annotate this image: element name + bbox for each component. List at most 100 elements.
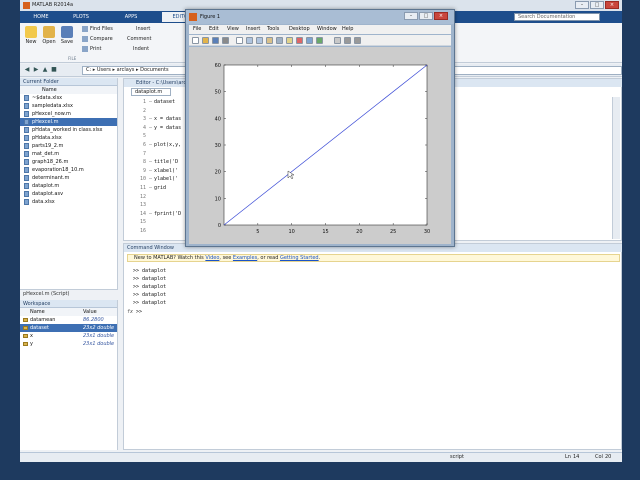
open-file-icon[interactable] (202, 37, 209, 44)
file-item[interactable]: pHexcel_now.m (20, 110, 117, 118)
up-folder-icon[interactable]: ▲ (42, 67, 48, 73)
find-files-button[interactable]: Find Files (82, 25, 113, 34)
status-column: 20 (605, 454, 612, 460)
workspace-column-name[interactable]: Name (30, 308, 45, 316)
compare-button[interactable]: Compare (82, 35, 113, 44)
open-button[interactable]: Open (42, 26, 56, 45)
editor-scrollbar[interactable] (612, 97, 620, 239)
file-item[interactable]: data.xlsx (20, 198, 117, 206)
tab-home[interactable]: HOME (24, 12, 58, 22)
variable-value: 23x2 double (83, 325, 115, 331)
pan-icon[interactable] (266, 37, 273, 44)
breakpoint-marker[interactable]: — (146, 116, 152, 122)
menu-window[interactable]: Window (317, 25, 337, 34)
workspace-variable-row[interactable]: dataset 23x2 double (20, 324, 117, 332)
line-number: 5 (142, 133, 146, 140)
pointer-icon[interactable] (236, 37, 243, 44)
figure-close-button[interactable]: × (434, 12, 448, 20)
file-icon (24, 183, 29, 189)
breakpoint-marker[interactable]: — (146, 99, 152, 105)
link-icon[interactable] (306, 37, 313, 44)
file-icon (24, 167, 29, 173)
workspace-variable-row[interactable]: datamean 86.2800 (20, 316, 117, 324)
breakpoint-marker[interactable]: — (146, 176, 152, 182)
figure-minimize-button[interactable]: – (404, 12, 418, 20)
data-cursor-icon[interactable] (286, 37, 293, 44)
plot-area[interactable]: 5 10 15 20 25 30 0 10 20 30 40 50 60 (189, 47, 451, 244)
line-number: 2 (142, 107, 146, 114)
figure-titlebar: Figure 1 – □ × (186, 10, 454, 24)
breakpoint-marker[interactable]: — (146, 185, 152, 191)
command-prompt[interactable]: >> (136, 309, 142, 315)
zoom-in-icon[interactable] (246, 37, 253, 44)
save-icon[interactable] (212, 37, 219, 44)
print-button[interactable]: Print (82, 45, 102, 54)
zoom-out-icon[interactable] (256, 37, 263, 44)
video-link[interactable]: Video (205, 255, 219, 261)
save-button[interactable]: Save (60, 26, 74, 45)
brush-icon[interactable] (296, 37, 303, 44)
variable-grid-icon (23, 318, 28, 322)
file-item[interactable]: pHexcel.m (20, 118, 117, 126)
file-item[interactable]: ~$data.xlsx (20, 94, 117, 102)
file-item[interactable]: mat_det.m (20, 150, 117, 158)
line-number: 16 (139, 228, 146, 234)
new-button[interactable]: New (24, 26, 38, 45)
figure-window: Figure 1 – □ × File Edit View Insert Too… (185, 9, 455, 247)
menu-edit[interactable]: Edit (209, 25, 219, 34)
rotate-icon[interactable] (276, 37, 283, 44)
file-item[interactable]: parts19_2.m (20, 142, 117, 150)
hide-tools-icon[interactable] (344, 37, 351, 44)
legend-icon[interactable] (334, 37, 341, 44)
menu-insert[interactable]: Insert (246, 25, 260, 34)
menu-view[interactable]: View (227, 25, 239, 34)
editor-tab-dataplot[interactable]: dataplot.m (131, 88, 171, 96)
file-name: evaporation18_10.m (32, 167, 84, 173)
indent-button[interactable]: Indent (133, 45, 149, 54)
browse-folder-icon[interactable]: ■ (51, 67, 57, 73)
colorbar-icon[interactable] (316, 37, 323, 44)
status-line: 14 (573, 454, 580, 460)
figure-maximize-button[interactable]: □ (419, 12, 433, 20)
file-item[interactable]: sampledata.xlsx (20, 102, 117, 110)
file-item[interactable]: evaporation18_10.m (20, 166, 117, 174)
menu-desktop[interactable]: Desktop (289, 25, 310, 34)
file-item[interactable]: pHdata_worked in class.xlsx (20, 126, 117, 134)
workspace-variable-row[interactable]: y 23x1 double (20, 340, 117, 348)
insert-button[interactable]: Insert (136, 25, 150, 34)
menu-tools[interactable]: Tools (267, 25, 279, 34)
forward-arrow-icon[interactable]: ▶ (33, 67, 39, 73)
file-item[interactable]: dataplot.asv (20, 190, 117, 198)
menu-help[interactable]: Help (342, 25, 353, 34)
code-line: x = datas (154, 116, 182, 123)
minimize-button[interactable]: – (575, 1, 589, 9)
current-folder-column-name[interactable]: Name (20, 86, 117, 94)
open-folder-icon (43, 26, 55, 38)
menu-file[interactable]: File (193, 25, 201, 34)
show-tools-icon[interactable] (354, 37, 361, 44)
file-item[interactable]: determinant.m (20, 174, 117, 182)
file-item[interactable]: pHdata.xlsx (20, 134, 117, 142)
tab-plots[interactable]: PLOTS (64, 12, 98, 22)
tab-apps[interactable]: APPS (114, 12, 148, 22)
back-arrow-icon[interactable]: ◀ (24, 67, 30, 73)
maximize-button[interactable]: □ (590, 1, 604, 9)
new-figure-icon[interactable] (192, 37, 199, 44)
comment-button[interactable]: Comment (127, 35, 152, 44)
window-title: MATLAB R2014a (32, 2, 74, 8)
getting-started-link[interactable]: Getting Started (280, 255, 319, 261)
breakpoint-marker[interactable]: — (146, 211, 152, 217)
file-item[interactable]: graph18_26.m (20, 158, 117, 166)
print-icon[interactable] (222, 37, 229, 44)
breakpoint-marker[interactable]: — (146, 125, 152, 131)
close-button[interactable]: × (605, 1, 619, 9)
function-browser-icon[interactable]: fx (127, 309, 133, 315)
breakpoint-marker[interactable]: — (146, 168, 152, 174)
workspace-variable-row[interactable]: x 23x1 double (20, 332, 117, 340)
examples-link[interactable]: Examples (233, 255, 257, 261)
breakpoint-marker[interactable]: — (146, 142, 152, 148)
workspace-column-value[interactable]: Value (83, 308, 97, 316)
file-item[interactable]: dataplot.m (20, 182, 117, 190)
breakpoint-marker[interactable]: — (146, 159, 152, 165)
search-documentation-input[interactable]: Search Documentation (514, 13, 600, 21)
